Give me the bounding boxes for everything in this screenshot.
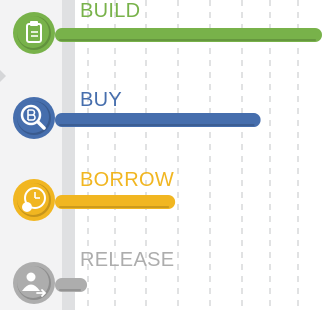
bar-shadow: [59, 289, 82, 291]
clock-coin-icon: [13, 179, 55, 221]
category-label-build: BUILD: [80, 0, 141, 22]
category-label-release: RELEASE: [80, 249, 175, 271]
clipboard-icon: [13, 12, 55, 54]
bar-shadow: [59, 124, 255, 126]
chart-area: BUILD BUY BORROW RELEASE: [0, 0, 325, 310]
bar-shadow: [59, 39, 316, 41]
category-label-buy: BUY: [80, 89, 123, 111]
axis-band: [62, 0, 75, 310]
category-label-borrow: BORROW: [80, 169, 175, 191]
bar-shadow: [59, 206, 170, 208]
bitcoin-magnifier-icon: [13, 97, 55, 139]
person-exit-icon: [13, 262, 55, 304]
